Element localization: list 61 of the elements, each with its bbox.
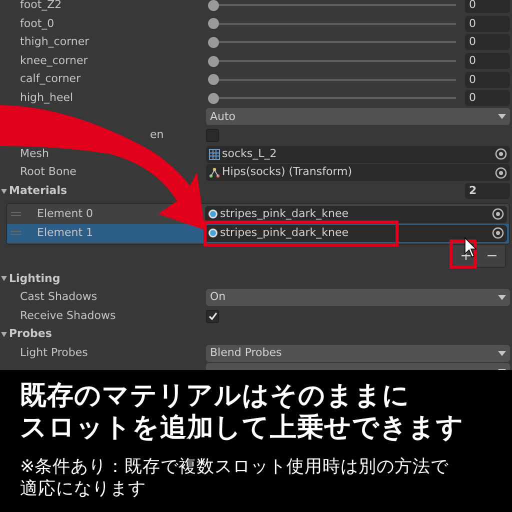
sphere-icon	[208, 228, 218, 238]
target-icon	[495, 166, 507, 179]
material-field[interactable]: stripes_pink_dark_knee	[205, 206, 507, 223]
value-field[interactable]: 0	[465, 34, 510, 50]
target-icon	[495, 148, 507, 160]
field-label: en	[150, 128, 164, 142]
slider-thumb[interactable]	[208, 56, 219, 67]
element-label: Element 0	[37, 206, 94, 222]
field-label: high_heel	[20, 91, 74, 104]
section-header[interactable]: Probes	[9, 326, 512, 343]
field-label: Cast Shadows	[20, 290, 98, 304]
value-field[interactable]: 0	[465, 16, 510, 32]
drag-handle-icon[interactable]	[11, 212, 21, 216]
value-field[interactable]: 0	[465, 53, 510, 70]
caption-headline: スロットを追加して上乗せできます	[20, 412, 465, 444]
value-field[interactable]: 0	[465, 90, 510, 106]
foldout-icon[interactable]	[1, 276, 7, 282]
selected-list-row[interactable]: Element 1 stripes_pink_dark_knee	[7, 224, 509, 243]
field-label: Receive Shadows	[20, 308, 116, 322]
slider-thumb[interactable]	[208, 18, 219, 30]
dropdown[interactable]: Blend Probes	[206, 344, 510, 362]
foldout-icon[interactable]	[1, 332, 7, 338]
value-field[interactable]: 0	[465, 0, 510, 14]
grid-icon	[209, 148, 220, 160]
section-header[interactable]: Lighting	[9, 270, 512, 288]
highlight-frame	[450, 240, 476, 268]
foldout-icon[interactable]	[1, 188, 7, 194]
field-label: knee_corner	[20, 54, 88, 67]
dropdown[interactable]: On	[206, 288, 510, 306]
bone-icon	[209, 167, 220, 178]
slider-thumb[interactable]	[208, 74, 219, 86]
caret-icon	[498, 350, 506, 356]
section-header[interactable]: Materials	[9, 182, 465, 200]
field-label: Root Bone	[20, 165, 76, 178]
target-icon	[492, 208, 504, 220]
caption-note: ※条件あり：既存で複数スロット使用時は別の方法で	[20, 456, 450, 478]
slider-thumb[interactable]	[208, 92, 219, 104]
caption-headline: 既存のマテリアルはそのままに	[20, 380, 411, 412]
material-field[interactable]: stripes_pink_dark_knee	[205, 224, 507, 242]
caret-icon	[498, 294, 506, 300]
object-field[interactable]: Hips(socks) (Transform)	[206, 164, 510, 182]
field-label: calf_corner	[20, 72, 81, 86]
drag-handle-icon[interactable]	[11, 231, 21, 236]
field-label: Mesh	[20, 146, 49, 160]
slider-thumb[interactable]	[208, 36, 219, 48]
dropdown[interactable]: Auto	[206, 108, 510, 126]
sphere-icon	[208, 209, 218, 220]
checkbox[interactable]	[206, 310, 219, 323]
check-icon	[208, 311, 218, 322]
target-icon	[492, 227, 504, 240]
object-field[interactable]: socks_L_2	[206, 146, 510, 163]
slider-thumb[interactable]	[208, 0, 219, 11]
value-field[interactable]: 0	[465, 72, 510, 88]
element-label: Element 1	[37, 224, 94, 241]
field-label: Light Probes	[20, 346, 88, 359]
caption-note: 適応になります	[20, 478, 147, 500]
field-label: foot_Z2	[20, 0, 62, 12]
field-label: foot_0	[20, 16, 54, 30]
caret-icon	[498, 114, 506, 120]
size-field[interactable]: 2	[465, 183, 510, 200]
field-label: thigh_corner	[20, 35, 90, 48]
